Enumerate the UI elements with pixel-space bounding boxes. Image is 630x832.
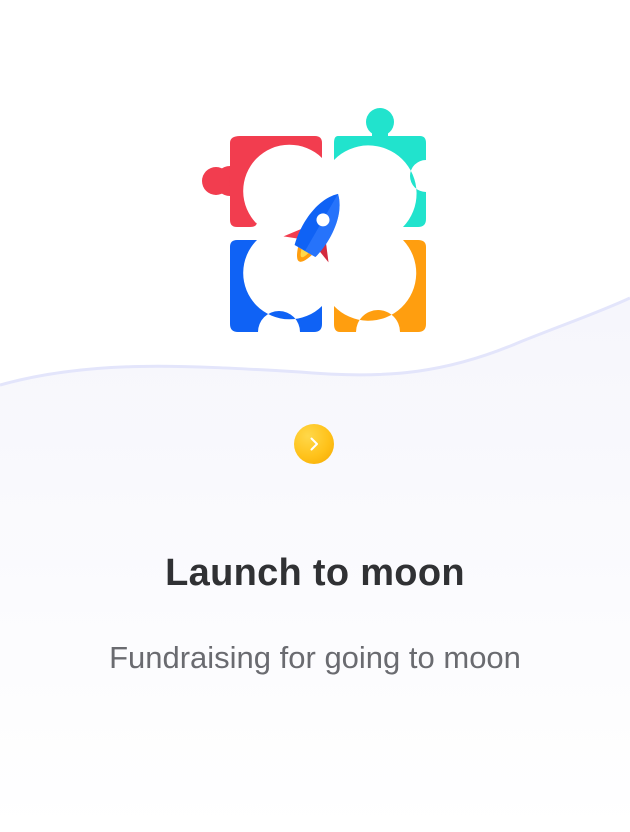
chevron-right-icon [310,437,318,451]
puzzle-rocket-logo [202,108,426,332]
puzzle-piece-teal [334,136,426,227]
rocket-icon [283,193,340,263]
puzzle-piece-orange [334,240,426,332]
page-subtitle: Fundraising for going to moon [109,640,521,675]
page-title: Launch to moon [165,552,465,594]
puzzle-piece-red [215,136,322,227]
next-button[interactable] [294,424,334,464]
